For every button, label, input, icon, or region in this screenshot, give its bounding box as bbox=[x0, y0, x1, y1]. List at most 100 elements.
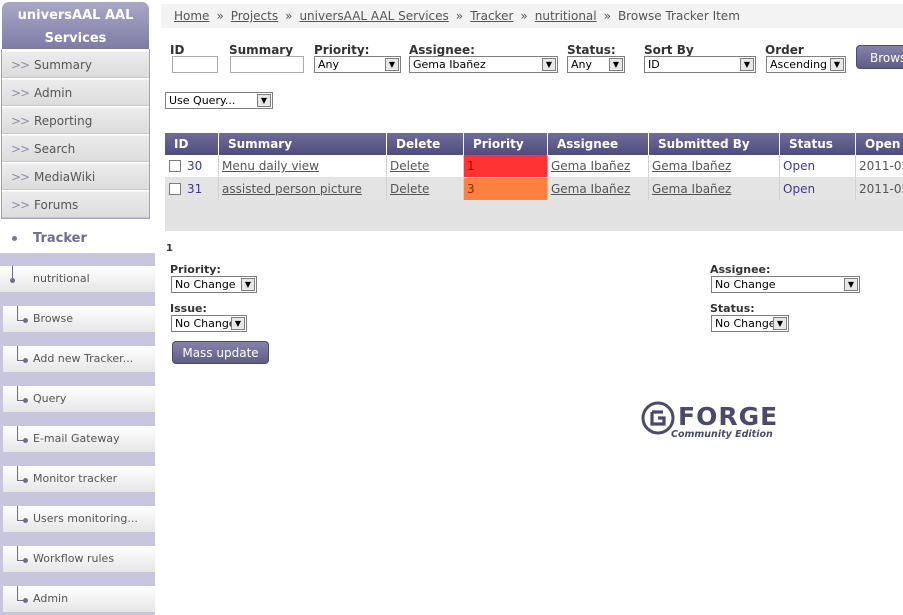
project-title[interactable]: universAAL AAL Services bbox=[2, 2, 149, 49]
column-header-summary[interactable]: Summary bbox=[219, 133, 387, 155]
summary-filter-label: Summary bbox=[229, 43, 294, 57]
row-assignee-cell: Gema Ibañez bbox=[548, 178, 649, 200]
sidebar-subitem-email-gateway[interactable]: E-mail Gateway bbox=[3, 426, 155, 452]
sidebar-subitem-label: Admin bbox=[33, 592, 69, 605]
double-chevron-icon: >> bbox=[11, 86, 30, 100]
mass-priority-value: No Change bbox=[175, 278, 236, 291]
row-select-checkbox[interactable] bbox=[169, 159, 181, 172]
dropdown-arrow-icon: ▼ bbox=[257, 94, 271, 107]
id-filter-label: ID bbox=[170, 43, 185, 57]
sidebar-subitem-label: Query bbox=[33, 392, 67, 405]
assignee-filter-select[interactable]: Gema Ibañez ▼ bbox=[409, 56, 558, 73]
dropdown-arrow-icon: ▼ bbox=[740, 58, 754, 71]
breadcrumb-link-tracker[interactable]: Tracker bbox=[470, 9, 513, 23]
sidebar-subitem-admin[interactable]: Admin bbox=[3, 586, 155, 612]
column-header-open-date[interactable]: Open Date bbox=[856, 133, 903, 155]
row-assignee-link[interactable]: Gema Ibañez bbox=[551, 182, 630, 196]
mass-status-select[interactable]: No Change ▼ bbox=[711, 315, 789, 332]
breadcrumb-current: Browse Tracker Item bbox=[617, 9, 740, 23]
mass-assignee-select[interactable]: No Change ▼ bbox=[711, 276, 860, 293]
mass-assignee-label: Assignee: bbox=[710, 263, 771, 276]
summary-filter-input[interactable] bbox=[230, 56, 304, 73]
row-submitted-by-cell: Gema Ibañez bbox=[649, 155, 780, 177]
sidebar-subitem-add-new-tracker[interactable]: Add new Tracker... bbox=[3, 346, 155, 372]
page-number[interactable]: 1 bbox=[166, 243, 173, 254]
priority-filter-value: Any bbox=[318, 58, 340, 71]
sidebar-subitem-users-monitoring[interactable]: Users monitoring... bbox=[3, 506, 155, 532]
row-submitted-by-cell: Gema Ibañez bbox=[649, 178, 780, 200]
priority-filter-select[interactable]: Any ▼ bbox=[314, 56, 401, 73]
dropdown-arrow-icon: ▼ bbox=[609, 58, 623, 71]
browse-button[interactable]: Browse bbox=[856, 45, 903, 69]
row-submitter-link[interactable]: Gema Ibañez bbox=[652, 182, 731, 196]
order-select[interactable]: Ascending ▼ bbox=[766, 56, 846, 73]
sidebar-item-search[interactable]: >> Search bbox=[2, 135, 149, 162]
breadcrumb-link-projects[interactable]: Projects bbox=[231, 9, 278, 23]
row-summary-link[interactable]: Menu daily view bbox=[222, 159, 319, 173]
bullet-icon bbox=[12, 236, 17, 241]
mass-issue-label: Issue: bbox=[170, 302, 207, 315]
row-id: 30 bbox=[187, 159, 203, 173]
dropdown-arrow-icon: ▼ bbox=[773, 317, 787, 330]
row-assignee-cell: Gema Ibañez bbox=[548, 155, 649, 177]
breadcrumb-link-project[interactable]: universAAL AAL Services bbox=[299, 9, 448, 23]
breadcrumb-link-nutritional[interactable]: nutritional bbox=[535, 9, 597, 23]
sidebar-item-summary[interactable]: >> Summary bbox=[2, 51, 149, 78]
mass-issue-select[interactable]: No Change ▼ bbox=[171, 315, 247, 332]
breadcrumb-separator: » bbox=[603, 9, 611, 23]
mass-priority-select[interactable]: No Change ▼ bbox=[171, 276, 257, 293]
order-value: Ascending bbox=[770, 58, 828, 71]
forge-logo-subtitle: Community Edition bbox=[671, 429, 773, 440]
column-header-status[interactable]: Status bbox=[780, 133, 856, 155]
use-query-select[interactable]: Use Query... ▼ bbox=[165, 92, 273, 109]
sidebar-item-label: Search bbox=[34, 142, 76, 156]
tree-node-icon bbox=[10, 266, 22, 292]
forge-logo-word: FORGE bbox=[678, 402, 779, 431]
sidebar-subitem-label: Users monitoring... bbox=[33, 512, 138, 525]
tree-branch-icon bbox=[17, 506, 28, 532]
sidebar-subitem-browse[interactable]: Browse bbox=[3, 306, 155, 332]
tracker-items-table: ID Summary Delete Priority Assignee Subm… bbox=[165, 133, 903, 231]
sidebar-subitem-query[interactable]: Query bbox=[3, 386, 155, 412]
column-header-id[interactable]: ID bbox=[165, 133, 219, 155]
use-query-value: Use Query... bbox=[169, 94, 236, 107]
sidebar-item-tracker[interactable]: Tracker bbox=[0, 224, 155, 253]
tree-branch-icon bbox=[17, 426, 28, 452]
row-id-cell: 31 bbox=[165, 178, 219, 200]
row-assignee-link[interactable]: Gema Ibañez bbox=[551, 159, 630, 173]
sidebar-subitem-workflow-rules[interactable]: Workflow rules bbox=[3, 546, 155, 572]
assignee-filter-label: Assignee: bbox=[409, 43, 475, 57]
sidebar-item-label: Forums bbox=[34, 198, 79, 212]
row-delete-cell: Delete bbox=[387, 155, 464, 177]
row-summary-cell: assisted person picture bbox=[219, 178, 387, 200]
sidebar-subitem-nutritional[interactable]: nutritional bbox=[0, 266, 155, 292]
sidebar-item-reporting[interactable]: >> Reporting bbox=[2, 107, 149, 134]
row-select-checkbox[interactable] bbox=[169, 182, 181, 195]
sidebar-item-forums[interactable]: >> Forums bbox=[2, 191, 149, 218]
mass-update-button[interactable]: Mass update bbox=[172, 341, 269, 364]
id-filter-input[interactable] bbox=[172, 56, 218, 73]
status-filter-label: Status: bbox=[567, 43, 616, 57]
column-header-delete[interactable]: Delete bbox=[387, 133, 464, 155]
row-delete-link[interactable]: Delete bbox=[390, 159, 429, 173]
sidebar-subitem-monitor-tracker[interactable]: Monitor tracker bbox=[3, 466, 155, 492]
status-filter-select[interactable]: Any ▼ bbox=[567, 56, 625, 73]
sidebar-item-label: Summary bbox=[34, 58, 92, 72]
column-header-priority[interactable]: Priority bbox=[464, 133, 548, 155]
row-summary-link[interactable]: assisted person picture bbox=[222, 182, 362, 196]
column-header-submitted-by[interactable]: Submitted By bbox=[649, 133, 780, 155]
sidebar-subitem-label: Workflow rules bbox=[33, 552, 115, 565]
row-submitter-link[interactable]: Gema Ibañez bbox=[652, 159, 731, 173]
tree-branch-icon bbox=[17, 586, 28, 612]
double-chevron-icon: >> bbox=[11, 142, 30, 156]
sidebar-item-admin[interactable]: >> Admin bbox=[2, 79, 149, 106]
mass-status-label: Status: bbox=[710, 302, 755, 315]
breadcrumb-link-home[interactable]: Home bbox=[174, 9, 209, 23]
tree-branch-icon bbox=[17, 386, 28, 412]
sidebar-item-mediawiki[interactable]: >> MediaWiki bbox=[2, 163, 149, 190]
sortby-select[interactable]: ID ▼ bbox=[644, 56, 756, 73]
row-delete-link[interactable]: Delete bbox=[390, 182, 429, 196]
column-header-assignee[interactable]: Assignee bbox=[548, 133, 649, 155]
sidebar-subitem-label: E-mail Gateway bbox=[33, 432, 120, 445]
sidebar-item-label: Tracker bbox=[33, 231, 87, 246]
